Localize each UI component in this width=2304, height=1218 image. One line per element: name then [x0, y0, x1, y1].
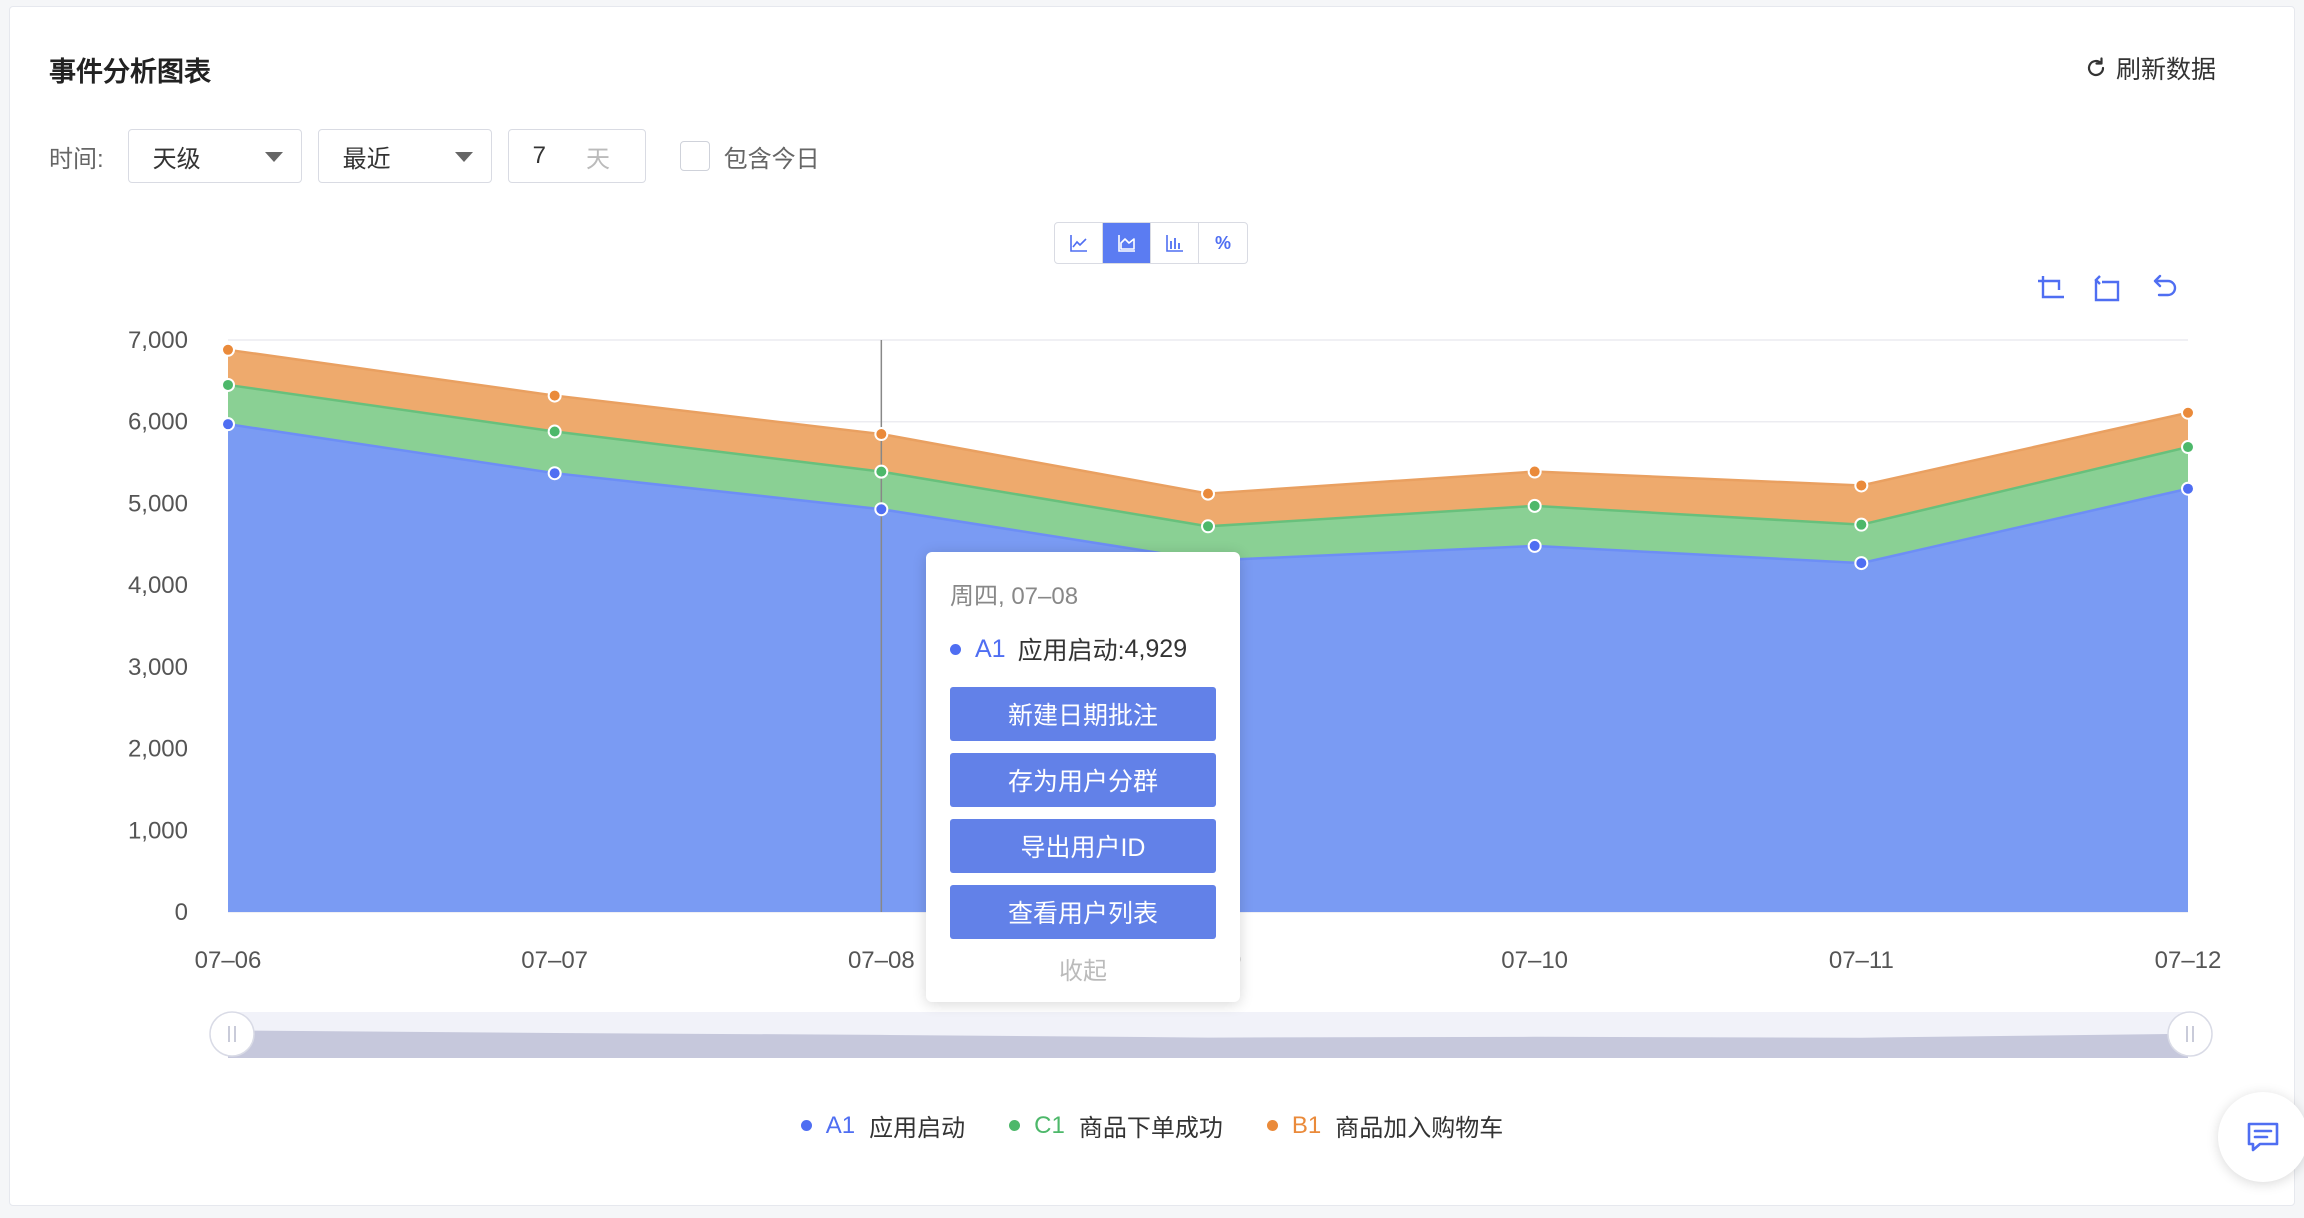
legend-item-b1[interactable]: B1 商品加入购物车	[1266, 1108, 1504, 1143]
data-point-b1	[1854, 478, 1869, 493]
zoom-handle-right[interactable]	[2167, 1011, 2213, 1057]
export-user-id-button[interactable]: 导出用户ID	[950, 819, 1216, 873]
data-point-b1	[547, 388, 562, 403]
legend-dot-icon	[1009, 1120, 1021, 1131]
data-point-b1	[1527, 464, 1542, 479]
data-point-a1	[547, 466, 562, 481]
feedback-button[interactable]	[2218, 1092, 2304, 1182]
x-tick-label: 07–10	[1501, 947, 1568, 974]
data-point-a1	[874, 502, 889, 517]
chart-tooltip: 周四, 07–08 A1 应用启动: 4,929 新建日期批注 存为用户分群 导…	[926, 552, 1240, 1002]
view-user-list-button[interactable]: 查看用户列表	[950, 885, 1216, 939]
data-point-a1	[1854, 556, 1869, 571]
data-point-c1	[1854, 517, 1869, 532]
y-tick-label: 7,000	[128, 327, 188, 354]
y-tick-label: 0	[175, 899, 188, 926]
chart-legend: A1 应用启动 C1 商品下单成功 B1 商品加入购物车	[0, 1108, 2304, 1143]
message-icon	[2247, 1122, 2279, 1152]
data-point-b1	[2181, 405, 2195, 420]
legend-label: 商品下单成功	[1078, 1115, 1223, 1142]
tooltip-series-label: 应用启动:	[1017, 637, 1125, 665]
legend-label: 商品加入购物车	[1335, 1115, 1504, 1142]
y-tick-label: 2,000	[128, 736, 188, 763]
tooltip-series-code: A1	[975, 634, 1006, 663]
legend-item-a1[interactable]: A1 应用启动	[800, 1108, 966, 1143]
data-point-b1	[221, 342, 235, 357]
data-point-c1	[221, 377, 235, 392]
data-point-c1	[874, 464, 889, 479]
y-tick-label: 3,000	[128, 654, 188, 681]
data-point-a1	[221, 417, 235, 432]
tooltip-collapse-link[interactable]: 收起	[950, 951, 1216, 986]
y-tick-label: 1,000	[128, 817, 188, 844]
data-point-a1	[2181, 481, 2195, 496]
data-point-c1	[547, 424, 562, 439]
y-tick-label: 4,000	[128, 572, 188, 599]
x-tick-label: 07–06	[195, 947, 262, 974]
series-dot-icon	[950, 643, 961, 655]
tooltip-series-value: 4,929	[1124, 634, 1188, 663]
x-tick-label: 07–11	[1829, 947, 1894, 974]
y-tick-label: 6,000	[128, 409, 188, 436]
save-user-segment-button[interactable]: 存为用户分群	[950, 753, 1216, 807]
x-tick-label: 07–08	[848, 947, 915, 974]
data-point-b1	[874, 427, 889, 442]
legend-dot-icon	[800, 1120, 812, 1131]
zoom-handle-left[interactable]	[209, 1011, 255, 1057]
data-point-c1	[1527, 498, 1542, 513]
tooltip-series-row: A1 应用启动: 4,929	[950, 631, 1216, 667]
y-tick-label: 5,000	[128, 490, 188, 517]
legend-code: A1	[825, 1111, 856, 1139]
legend-label: 应用启动	[869, 1115, 966, 1142]
data-point-b1	[1201, 486, 1215, 501]
tooltip-date: 周四, 07–08	[950, 583, 1079, 610]
legend-dot-icon	[1266, 1120, 1278, 1131]
data-point-c1	[1201, 519, 1215, 534]
legend-item-c1[interactable]: C1 商品下单成功	[1009, 1108, 1223, 1143]
new-date-annotation-button[interactable]: 新建日期批注	[950, 687, 1216, 741]
legend-code: B1	[1291, 1111, 1322, 1139]
legend-code: C1	[1034, 1111, 1065, 1139]
data-point-c1	[2181, 440, 2195, 455]
x-tick-label: 07–07	[521, 947, 588, 974]
x-tick-label: 07–12	[2155, 947, 2222, 974]
data-point-a1	[1527, 538, 1542, 553]
